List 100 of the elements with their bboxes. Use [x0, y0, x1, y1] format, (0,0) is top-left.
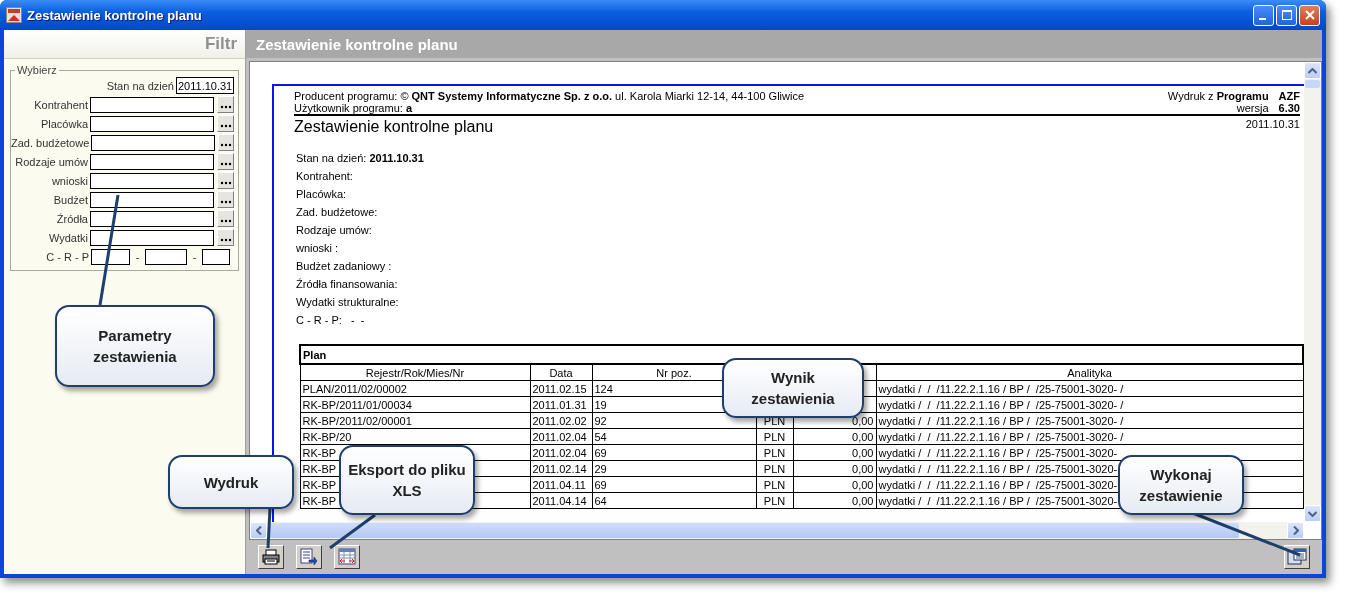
- group-title: Wybierz: [16, 64, 58, 76]
- table-cell: PLAN/2011/02/00002: [300, 380, 530, 397]
- field-label: Budżet: [52, 193, 89, 206]
- table-cell: 2011.04.14: [530, 492, 592, 509]
- table-cell: RK-BP/2011/02/00001: [300, 412, 530, 429]
- table-cell: 54: [592, 428, 756, 445]
- field-label: Rodzaje umów: [14, 155, 89, 168]
- export-button[interactable]: [296, 545, 322, 569]
- input-field[interactable]: [90, 115, 214, 132]
- leader-line: [329, 513, 376, 550]
- user-text: Użytkownik programu: a: [294, 102, 414, 114]
- table-cell: 0,00: [793, 492, 876, 509]
- input-field[interactable]: [90, 210, 214, 227]
- input-field[interactable]: [90, 229, 214, 246]
- leader-line: [266, 507, 272, 549]
- table-cell: RK-BP/20: [300, 428, 530, 445]
- horizontal-scrollbar[interactable]: [250, 522, 1304, 539]
- field-label: Źródła: [55, 212, 89, 225]
- field-label: wnioski: [50, 174, 89, 187]
- input-field[interactable]: [91, 248, 130, 265]
- close-button[interactable]: [1299, 4, 1320, 26]
- table-cell: 2011.04.11: [530, 476, 592, 493]
- input-field[interactable]: [145, 248, 187, 265]
- table-arrows-icon: [338, 548, 356, 566]
- report-title: Zestawienie kontrolne planu: [294, 118, 494, 136]
- more-icon[interactable]: [217, 229, 234, 246]
- scrollbar-thumb[interactable]: [1305, 80, 1320, 88]
- table-cell: 64: [592, 492, 756, 509]
- panel-title: Filtr: [204, 34, 237, 54]
- table-cell: RK-BP/2011/01/00034: [300, 396, 530, 413]
- print-button[interactable]: [258, 545, 284, 569]
- program-name: AZF: [1278, 90, 1300, 102]
- more-icon[interactable]: [217, 96, 234, 113]
- parameter-text: Wydatki strukturalne:: [296, 296, 400, 309]
- table-cell: 29: [592, 460, 756, 477]
- close-icon: [1304, 10, 1315, 20]
- table-cell: 2011.02.14: [530, 460, 592, 477]
- table-cell: 2011.01.31: [530, 396, 592, 413]
- callout: Wydruk: [168, 455, 294, 509]
- input-field[interactable]: [90, 172, 214, 189]
- field-label: Stan na dzień: [105, 79, 175, 92]
- more-icon[interactable]: [217, 172, 234, 189]
- table-cell: 2011.02.02: [530, 412, 592, 429]
- more-icon[interactable]: [217, 153, 234, 170]
- callout: Eksport do pliku XLS: [339, 445, 475, 515]
- separator-text: -: [134, 250, 141, 263]
- printer-icon: [262, 549, 280, 565]
- more-icon[interactable]: [217, 115, 234, 132]
- table-cell: PLN: [756, 460, 793, 477]
- more-icon[interactable]: [218, 134, 234, 151]
- field-label: Placówka: [39, 117, 89, 130]
- printout-label: Wydruk z Programu: [1167, 90, 1269, 102]
- report-date: 2011.10.31: [1245, 118, 1300, 130]
- app-icon: [6, 7, 22, 23]
- input-field[interactable]: [90, 191, 214, 208]
- separator-text: -: [191, 250, 198, 263]
- table-cell: 0,00: [793, 444, 876, 461]
- table-cell: 0,00: [793, 460, 876, 477]
- input-field[interactable]: [90, 153, 214, 170]
- input-field[interactable]: [91, 134, 216, 151]
- parameter-text: Kontrahent:: [296, 170, 354, 183]
- table-cell: PLN: [756, 476, 793, 493]
- table-cell: PLN: [756, 444, 793, 461]
- field-label: Wydatki: [47, 231, 89, 244]
- callout: Wykonaj zestawienie: [1118, 455, 1244, 515]
- column-header: Rejestr/Rok/Mies/Nr: [300, 364, 530, 381]
- table-cell: wydatki / / /11.22.2.1.16 / BP / /25-75001-3020- /: [876, 428, 1304, 445]
- maximize-button[interactable]: [1276, 4, 1297, 26]
- parameter-text: Rodzaje umów:: [296, 224, 373, 237]
- table-cell: wydatki / / /11.22.2.1.16 / BP / /25-75001-3020- /: [876, 412, 1304, 429]
- parameter-text: Stan na dzień: 2011.10.31: [296, 152, 425, 165]
- table-cell: 2011.02.15: [530, 380, 592, 397]
- run-button[interactable]: [1284, 545, 1310, 569]
- version-number: 6.30: [1278, 102, 1300, 114]
- parameter-text: Budżet zadaniowy :: [296, 260, 393, 273]
- input-field[interactable]: [90, 96, 214, 113]
- parameter-text: Źródła finansowania:: [296, 278, 399, 291]
- more-icon[interactable]: [217, 210, 234, 227]
- parameter-text: Zad. budżetowe:: [296, 206, 379, 219]
- table-cell: PLN: [756, 492, 793, 509]
- date-field[interactable]: 2011.10.31: [176, 77, 234, 94]
- callout: Wynik zestawienia: [722, 358, 864, 418]
- minimize-button[interactable]: [1253, 4, 1274, 26]
- table-cell: 0,00: [793, 476, 876, 493]
- more-icon[interactable]: [217, 191, 234, 208]
- panel-title: Zestawienie kontrolne planu: [256, 35, 458, 53]
- version-label: wersja: [1236, 102, 1269, 114]
- field-label: Kontrahent: [33, 98, 89, 111]
- minimize-icon: [1258, 18, 1266, 20]
- table-title: Plan: [300, 345, 1304, 364]
- table-button[interactable]: [334, 545, 360, 569]
- callout: Parametry zestawienia: [55, 305, 215, 387]
- column-header: Analityka: [876, 364, 1304, 381]
- input-field[interactable]: [202, 248, 230, 265]
- table-cell: wydatki / / /11.22.2.1.16 / BP / /25-75001-3020- /: [876, 396, 1304, 413]
- vertical-scrollbar[interactable]: [1304, 62, 1321, 522]
- column-header: Data: [530, 364, 592, 381]
- parameter-text: Placówka:: [296, 188, 348, 201]
- parameter-text: wnioski :: [296, 242, 340, 255]
- field-label: Zad. budżetowe: [11, 136, 91, 149]
